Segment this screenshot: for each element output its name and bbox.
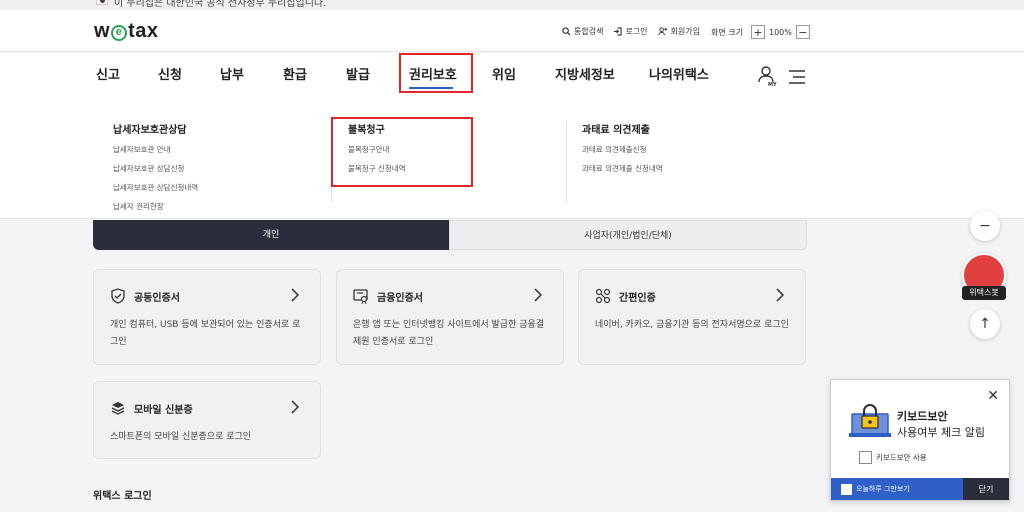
korea-flag-icon — [96, 0, 108, 5]
active-nav-underline — [409, 87, 453, 89]
nav-item-apply[interactable]: 신청 — [158, 53, 182, 101]
card-description: 네이버, 카카오, 금융기관 등의 전자서명으로 로그인 — [595, 320, 789, 330]
popup-title: 키보드보안 — [897, 410, 948, 423]
keyboard-security-popup: ✕ 키보드보안 사용여부 체크 알림 키보드보안 사용 오늘하루 그만보기 닫기 — [830, 379, 1010, 501]
integrated-search-link[interactable]: 통합검색 — [562, 26, 603, 37]
rights-protection-dropdown: 납세자보호관상담 납세자보호관 안내 납세자보호관 상담신청 납세자보호관 상담… — [0, 101, 1024, 219]
gov-banner-text: 이 누리집은 대한민국 공식 전자정부 누리집입니다. — [114, 0, 327, 9]
card-title: 간편인증 — [619, 292, 656, 304]
signup-link[interactable]: 회원가입 — [658, 26, 700, 37]
submenu-item[interactable]: 납세자보호관 상담신청내역 — [113, 182, 198, 193]
nav-item-refund[interactable]: 환급 — [283, 53, 307, 101]
wetax-bot-button[interactable]: 위택스봇 — [962, 253, 1006, 301]
card-title: 모바일 신분증 — [134, 404, 193, 416]
tab-personal[interactable]: 개인 — [93, 220, 449, 250]
logo-e-icon: e — [111, 25, 128, 41]
link-nodes-icon — [595, 288, 611, 304]
zoom-out-button[interactable]: − — [795, 25, 810, 39]
close-icon[interactable]: ✕ — [987, 388, 999, 404]
card-description: 개인 컴퓨터, USB 등에 보관되어 있는 인증서로 로그인 — [110, 320, 301, 347]
zoom-label: 화면 크기 — [711, 27, 743, 37]
svg-text:MY: MY — [768, 82, 777, 87]
section-label: 위택스 로그인 — [93, 491, 152, 502]
chevron-right-icon — [776, 288, 785, 302]
wetax-bot-label: 위택스봇 — [962, 286, 1006, 300]
scroll-top-button[interactable]: ↑ — [970, 309, 1000, 339]
tab-business[interactable]: 사업자(개인/법인/단체) — [449, 220, 807, 250]
mobile-id-card[interactable]: 모바일 신분증 스마트폰의 모바일 신분증으로 로그인 — [93, 381, 321, 459]
chevron-right-icon — [534, 288, 543, 302]
keyboard-security-checkbox-row[interactable]: 키보드보안 사용 — [859, 451, 927, 464]
submenu-item[interactable]: 납세자보호관 안내 — [113, 144, 198, 155]
card-title: 공동인증서 — [134, 292, 180, 304]
card-description: 스마트폰의 모바일 신분증으로 로그인 — [110, 432, 252, 442]
laptop-lock-icon — [849, 404, 891, 437]
submenu-item[interactable]: 납세자 권리헌장 — [113, 201, 198, 212]
popup-subtitle: 사용여부 체크 알림 — [897, 426, 985, 439]
submenu-item[interactable]: 납세자보호관 상담신청 — [113, 163, 198, 174]
dont-show-today-button[interactable]: 오늘하루 그만보기 — [831, 478, 963, 500]
nav-item-payment[interactable]: 납부 — [220, 53, 244, 101]
nav-item-local-tax-info[interactable]: 지방세정보 — [555, 53, 615, 101]
gov-banner: 이 누리집은 대한민국 공식 전자정부 누리집입니다. — [0, 0, 1024, 10]
wetax-logo[interactable]: w e tax — [94, 20, 158, 43]
card-title: 금융인증서 — [377, 292, 423, 304]
zoom-in-button[interactable]: + — [750, 25, 765, 39]
checkbox-label: 키보드보안 사용 — [876, 453, 927, 462]
submenu-item[interactable]: 과태료 의견제출 신청내역 — [582, 163, 663, 174]
zoom-out-float-button[interactable]: − — [970, 211, 1000, 241]
appeal-highlight-box — [331, 117, 473, 187]
search-icon — [562, 27, 571, 36]
joint-certificate-card[interactable]: 공동인증서 개인 컴퓨터, USB 등에 보관되어 있는 인증서로 로그인 — [93, 269, 321, 365]
utility-links: 통합검색 로그인 회원가입 — [562, 26, 700, 37]
dont-show-checkbox[interactable] — [841, 483, 852, 495]
user-plus-icon — [658, 27, 667, 36]
nav-item-report[interactable]: 신고 — [96, 53, 120, 101]
chevron-right-icon — [291, 400, 300, 414]
simple-auth-card[interactable]: 간편인증 네이버, 카카오, 금융기관 등의 전자서명으로 로그인 — [578, 269, 806, 365]
nav-item-delegation[interactable]: 위임 — [492, 53, 516, 101]
column-taxpayer-protection: 납세자보호관상담 납세자보호관 안내 납세자보호관 상담신청 납세자보호관 상담… — [113, 121, 198, 220]
column-divider — [566, 121, 567, 203]
certificate-icon — [353, 289, 368, 304]
main-navigation: 신고 신청 납부 환급 발급 권리보호 위임 지방세정보 나의위택스 MY — [0, 53, 1024, 101]
zoom-control: 화면 크기 + 100% − — [711, 25, 810, 39]
chevron-right-icon — [291, 288, 300, 302]
login-link[interactable]: 로그인 — [613, 26, 648, 37]
column-title[interactable]: 납세자보호관상담 — [113, 121, 198, 136]
keyboard-security-checkbox[interactable] — [859, 451, 872, 464]
column-penalty-opinion: 과태료 의견제출 과태료 의견제출신청 과태료 의견제출 신청내역 — [582, 121, 663, 182]
layers-icon — [111, 402, 125, 415]
popup-close-button[interactable]: 닫기 — [963, 478, 1009, 500]
nav-item-issue[interactable]: 발급 — [346, 53, 370, 101]
zoom-value: 100% — [768, 27, 792, 37]
login-type-tabs: 개인 사업자(개인/법인/단체) — [93, 220, 807, 250]
column-title[interactable]: 과태료 의견제출 — [582, 121, 663, 136]
login-icon — [614, 27, 623, 36]
financial-certificate-card[interactable]: 금융인증서 은행 앱 또는 인터넷뱅킹 사이트에서 발급한 금융결제원 인증서로… — [336, 269, 564, 365]
shield-check-icon — [111, 288, 125, 304]
hamburger-menu-icon[interactable] — [789, 70, 805, 84]
submenu-item[interactable]: 과태료 의견제출신청 — [582, 144, 663, 155]
nav-item-my-wetax[interactable]: 나의위택스 — [649, 53, 709, 101]
header: w e tax 통합검색 로그인 회원가입 화면 크기 + 100% − — [0, 10, 1024, 52]
card-description: 은행 앱 또는 인터넷뱅킹 사이트에서 발급한 금융결제원 인증서로 로그인 — [353, 320, 545, 347]
my-page-user-icon[interactable]: MY — [757, 65, 777, 87]
